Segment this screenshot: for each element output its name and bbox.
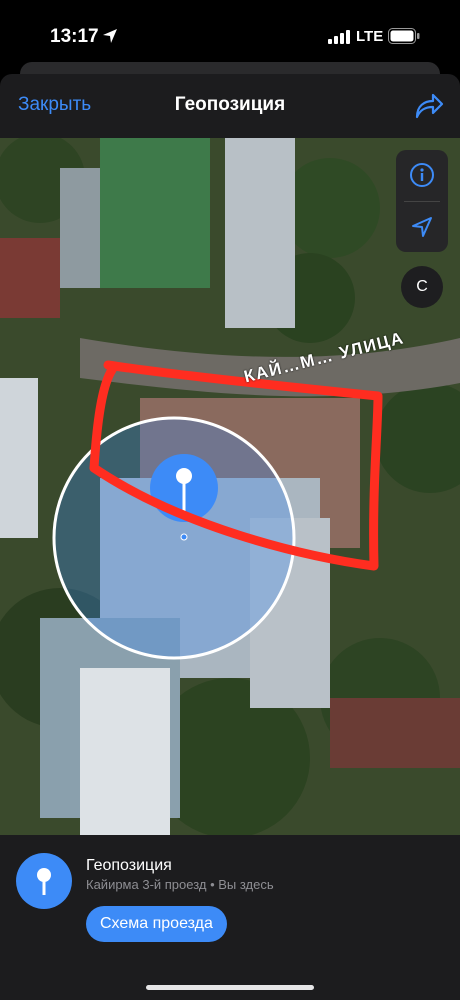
status-time: 13:17	[50, 26, 99, 47]
card-subtitle: Кайирма 3-й проезд • Вы здесь	[86, 877, 274, 892]
signal-bars-icon	[328, 30, 350, 44]
share-icon[interactable]	[414, 92, 444, 120]
location-arrow-icon	[412, 217, 432, 237]
nav-bar: Закрыть Геопозиция	[0, 74, 460, 138]
map-controls	[396, 150, 448, 252]
info-icon	[410, 163, 434, 187]
satellite-map[interactable]: КАЙ…М… УЛИЦА С	[0, 138, 460, 835]
map-imagery	[0, 138, 460, 835]
location-pin-icon	[16, 853, 72, 909]
compass-label: С	[416, 278, 428, 295]
home-indicator	[146, 985, 314, 990]
locate-button[interactable]	[396, 202, 448, 252]
directions-button[interactable]: Схема проезда	[86, 906, 227, 942]
location-card: Геопозиция Кайирма 3-й проезд • Вы здесь…	[0, 835, 460, 1000]
battery-icon	[388, 28, 420, 44]
compass-button[interactable]: С	[401, 266, 443, 308]
info-button[interactable]	[396, 150, 448, 200]
network-type: LTE	[356, 28, 384, 45]
page-title: Геопозиция	[174, 94, 286, 115]
card-title: Геопозиция	[86, 857, 172, 874]
location-arrow-icon	[103, 29, 117, 43]
